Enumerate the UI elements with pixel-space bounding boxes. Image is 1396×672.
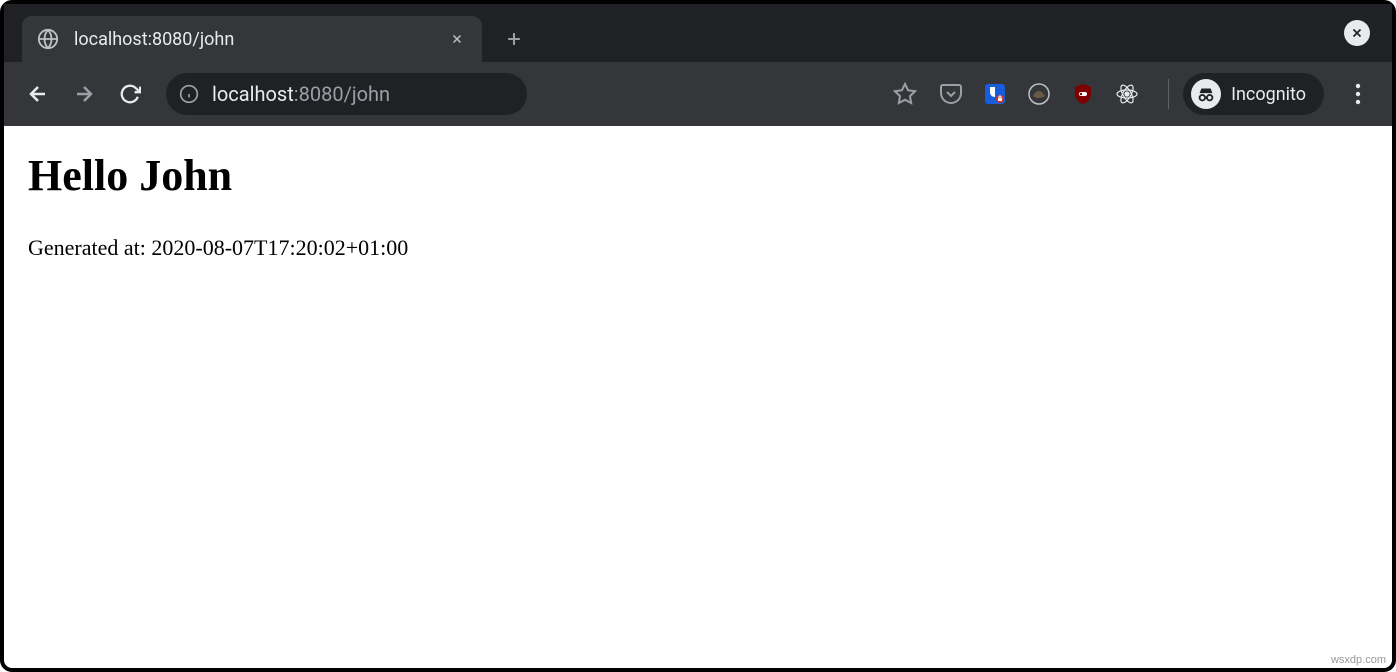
page-heading: Hello John: [28, 150, 1368, 201]
globe-icon: [36, 27, 60, 51]
url-path: :8080/john: [294, 82, 390, 106]
browser-toolbar: localhost:8080/john: [4, 62, 1392, 126]
extension-icons: [938, 81, 1140, 107]
ublock-icon[interactable]: [1070, 81, 1096, 107]
site-info-icon[interactable]: [178, 83, 200, 105]
close-window-icon[interactable]: [1344, 20, 1370, 46]
tab-strip: localhost:8080/john: [4, 4, 1392, 62]
incognito-icon: [1191, 79, 1221, 109]
forward-button[interactable]: [64, 74, 104, 114]
browser-tab[interactable]: localhost:8080/john: [22, 16, 482, 62]
back-button[interactable]: [18, 74, 58, 114]
extension-icon-3[interactable]: [1026, 81, 1052, 107]
new-tab-button[interactable]: [496, 21, 532, 57]
menu-button[interactable]: [1338, 74, 1378, 114]
generated-at-text: Generated at: 2020-08-07T17:20:02+01:00: [28, 235, 1368, 261]
toolbar-separator: [1168, 79, 1169, 109]
bookmark-star-icon[interactable]: [886, 75, 924, 113]
close-tab-icon[interactable]: [446, 28, 468, 50]
browser-chrome: localhost:8080/john: [4, 4, 1392, 126]
page-content: Hello John Generated at: 2020-08-07T17:2…: [4, 126, 1392, 285]
bitwarden-icon[interactable]: [982, 81, 1008, 107]
watermark: wsxdp.com: [1331, 654, 1386, 666]
tab-title: localhost:8080/john: [74, 29, 432, 50]
incognito-badge[interactable]: Incognito: [1183, 73, 1324, 115]
url-display: localhost:8080/john: [212, 82, 515, 106]
pocket-icon[interactable]: [938, 81, 964, 107]
react-devtools-icon[interactable]: [1114, 81, 1140, 107]
url-host: localhost: [212, 82, 294, 106]
reload-button[interactable]: [110, 74, 150, 114]
address-bar[interactable]: localhost:8080/john: [166, 73, 527, 115]
incognito-label: Incognito: [1231, 84, 1306, 105]
